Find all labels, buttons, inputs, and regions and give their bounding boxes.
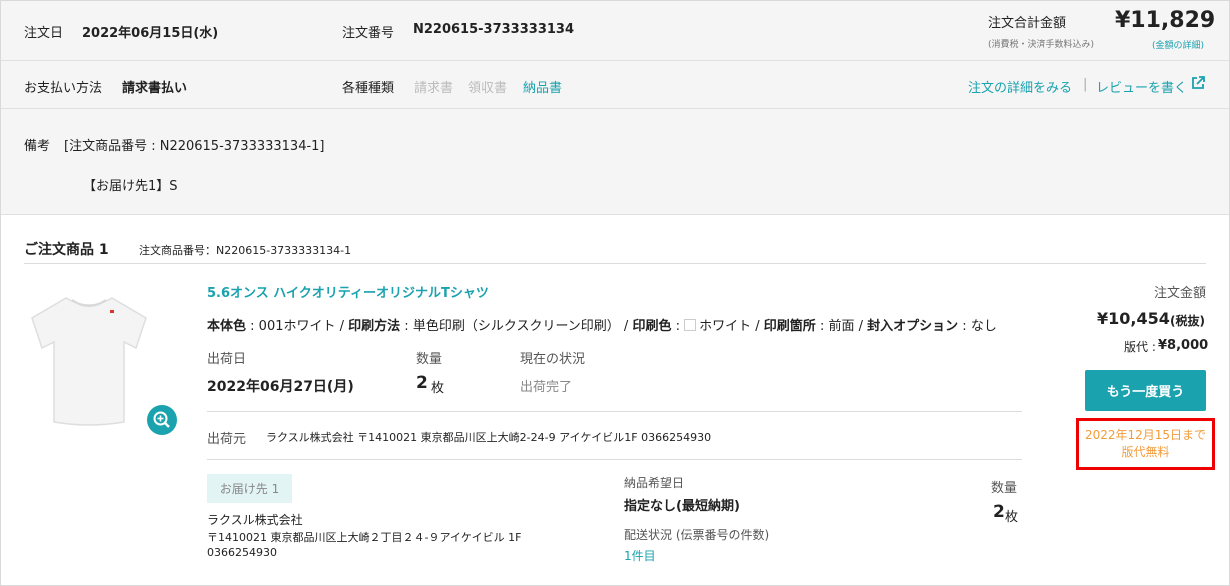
divider — [207, 459, 1022, 460]
divider — [24, 263, 1206, 264]
spec-separator: / — [854, 319, 868, 334]
dest-name: ラクスル株式会社 — [207, 513, 303, 527]
spec-colon: : — [815, 319, 829, 334]
order-date: 2022年06月15日(水) — [82, 26, 219, 41]
review-link[interactable]: レビューを書く — [1096, 77, 1187, 96]
origin-label: 出荷元 — [207, 432, 247, 447]
total-detail-link[interactable]: (金額の詳細) — [1152, 38, 1204, 51]
destination-tag: お届け先 1 — [207, 474, 292, 503]
color-swatch-icon — [684, 319, 697, 331]
order-no: N220615-3733333134 — [413, 22, 575, 37]
spec-colon: : — [246, 319, 259, 334]
wish-date-label: 納品希望日 — [624, 476, 685, 490]
ship-date-label: 出荷日 — [207, 352, 247, 367]
item-heading: ご注文商品 1 — [24, 242, 109, 258]
plate-label: 版代 : — [1124, 340, 1156, 354]
status-label: 現在の状況 — [520, 352, 586, 367]
buy-again-button[interactable]: もう一度買う — [1085, 370, 1206, 411]
spec-method: 単色印刷（シルクスクリーン印刷） — [412, 319, 620, 334]
dest-qty-unit: 枚 — [1005, 510, 1019, 525]
spec-print-color-label: 印刷色 — [632, 319, 672, 334]
ship-date: 2022年06月27日(月) — [207, 379, 354, 395]
spec-separator: / — [619, 319, 633, 334]
spec-colon: : — [958, 319, 971, 334]
dest-qty-label: 数量 — [991, 481, 1018, 496]
spec-body-color: 001ホワイト — [258, 319, 336, 334]
zoom-in-button[interactable] — [147, 405, 177, 435]
spec-colon: : — [671, 319, 685, 334]
price-tax-note: (税抜) — [1170, 314, 1205, 328]
divider — [207, 411, 1022, 412]
remarks-line-2: 【お届け先1】S — [83, 179, 178, 194]
qty-label: 数量 — [416, 352, 443, 367]
order-date-label: 注文日 — [24, 26, 64, 41]
doc-delivery-note-link[interactable]: 納品書 — [523, 77, 562, 96]
status-value: 出荷完了 — [520, 380, 573, 395]
delivery-status-label: 配送状況 (伝票番号の件数) — [624, 528, 770, 542]
price-label: 注文金額 — [1154, 286, 1207, 301]
qty-value: 2 — [416, 373, 428, 393]
order-detail-link[interactable]: 注文の詳細をみる — [968, 77, 1072, 96]
spec-option-label: 封入オプション — [867, 319, 959, 334]
dest-address: 〒1410021 東京都品川区上大崎２丁目２４-９アイケイビル 1F — [207, 531, 522, 544]
payment-value: 請求書払い — [122, 81, 188, 96]
doc-invoice: 請求書 — [414, 81, 454, 96]
doc-receipt: 領収書 — [468, 81, 508, 96]
plate-value: ¥8,000 — [1158, 338, 1209, 353]
order-no-label: 注文番号 — [342, 26, 395, 41]
spec-body-color-label: 本体色 — [207, 319, 247, 334]
tshirt-thumbnail[interactable] — [28, 290, 150, 430]
price-value: ¥10,454 — [1097, 309, 1170, 328]
spec-location-label: 印刷箇所 — [763, 319, 816, 334]
spec-colon: : — [400, 319, 413, 334]
docs-label: 各種種類 — [342, 81, 395, 96]
delivery-tracking-link[interactable]: 1件目 — [624, 547, 656, 564]
remarks-section — [1, 109, 1229, 215]
total-note: (消費税・決済手数料込み) — [988, 40, 1095, 50]
dest-qty-value: 2 — [993, 502, 1005, 522]
spec-option: なし — [970, 319, 997, 334]
product-spec: 本体色 : 001ホワイト / 印刷方法 : 単色印刷（シルクスクリーン印刷） … — [207, 315, 997, 334]
spec-print-color: ホワイト — [699, 319, 752, 334]
link-separator: | — [1083, 77, 1088, 92]
remarks-line-1: [注文商品番号 : N220615-3733333134-1] — [64, 139, 325, 154]
external-link-icon[interactable] — [1191, 76, 1205, 94]
item-number: 注文商品番号：N220615-3733333134-1 — [139, 244, 352, 257]
dest-tel: 0366254930 — [207, 546, 277, 559]
origin-address: ラクスル株式会社 〒1410021 東京都品川区上大崎2-24-9 アイケイビル… — [266, 431, 712, 444]
qty-unit: 枚 — [431, 381, 445, 396]
payment-label: お支払い方法 — [24, 81, 103, 96]
total-value: ¥11,829 — [1115, 8, 1216, 33]
wish-date: 指定なし(最短納期) — [624, 499, 740, 514]
spec-location: 前面 — [828, 319, 855, 334]
plate-fee-free-notice: 2022年12月15日まで版代無料 — [1076, 418, 1215, 470]
remarks-label: 備考 — [24, 139, 51, 154]
product-name-link[interactable]: 5.6オンス ハイクオリティーオリジナルTシャツ — [207, 282, 489, 301]
spec-separator: / — [751, 319, 764, 334]
spec-method-label: 印刷方法 — [348, 319, 401, 334]
total-label: 注文合計金額 — [988, 16, 1067, 31]
spec-separator: / — [335, 319, 349, 334]
